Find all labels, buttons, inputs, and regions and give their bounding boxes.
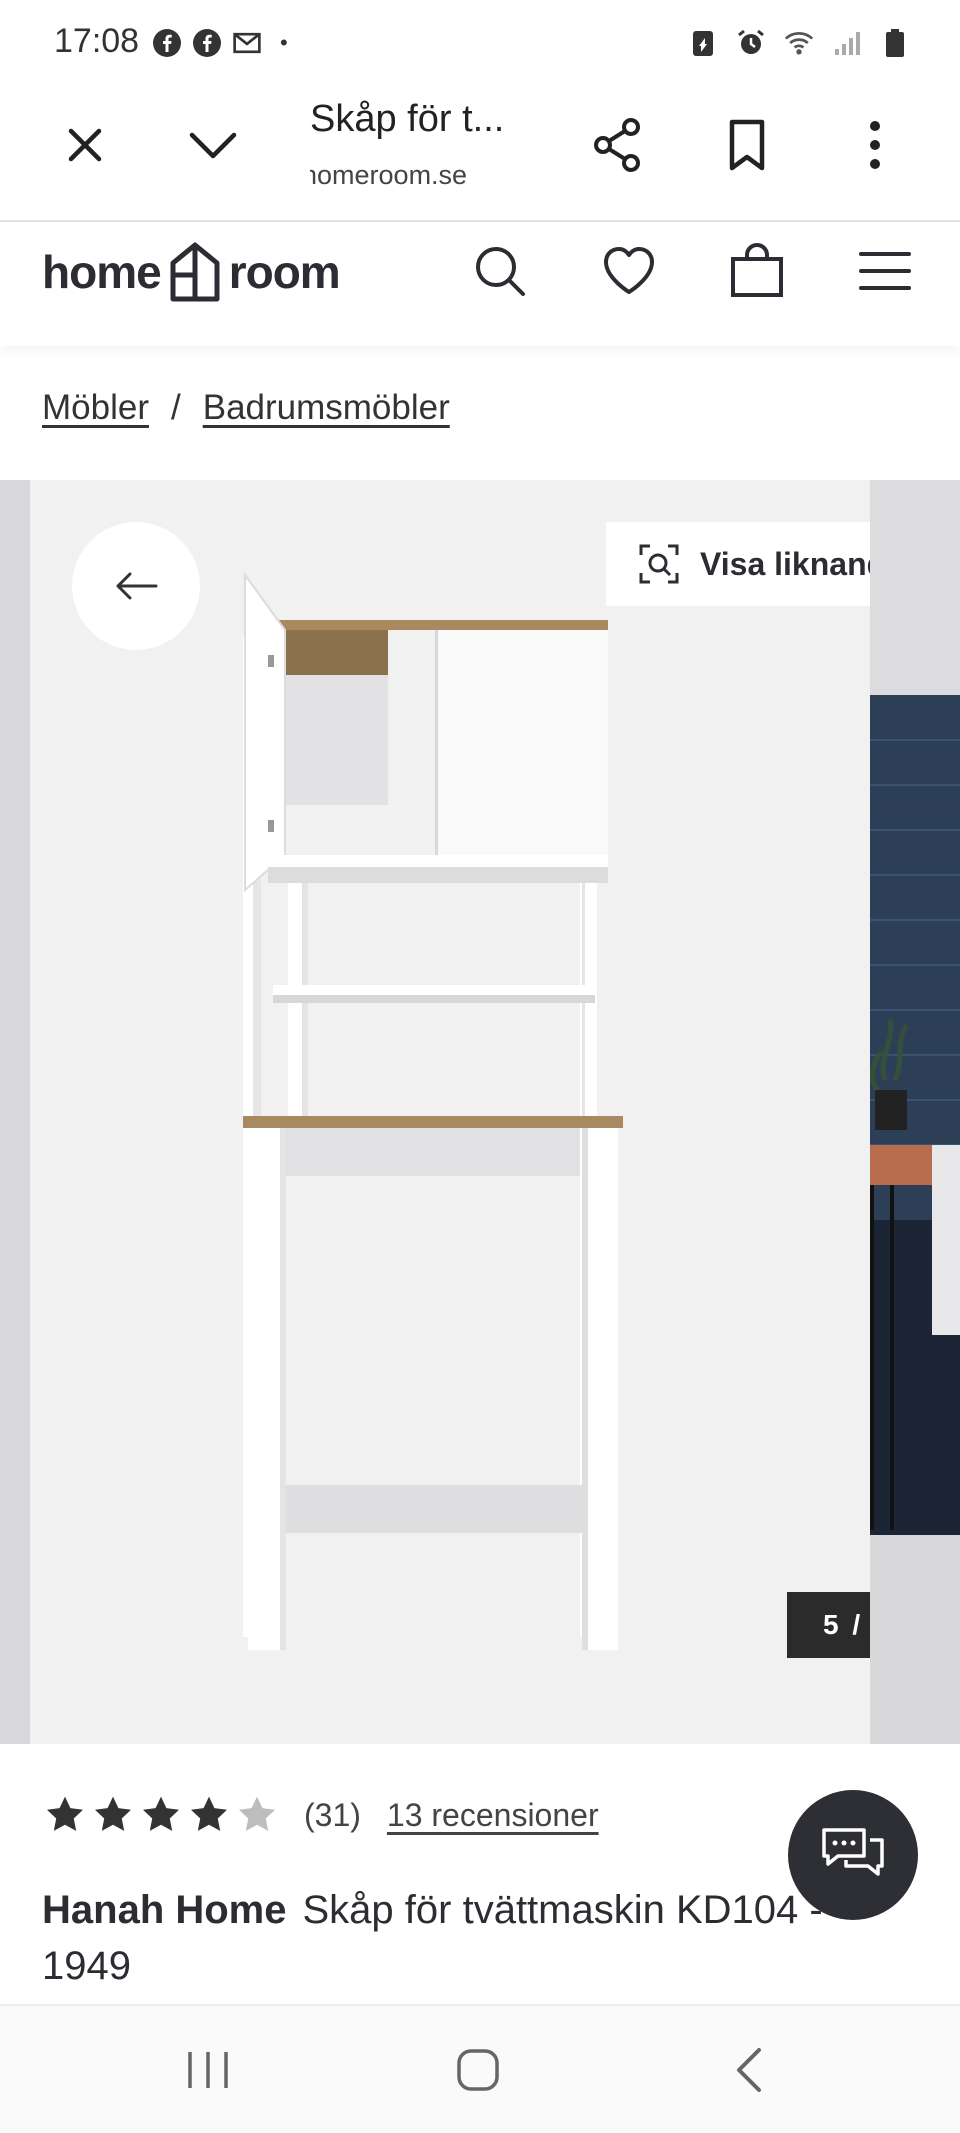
search-button[interactable] (463, 234, 537, 308)
wishlist-button[interactable] (592, 234, 666, 308)
heart-icon (604, 247, 654, 294)
home-button[interactable] (438, 2030, 518, 2110)
next-image-preview[interactable] (870, 480, 960, 1744)
battery-icon (880, 28, 910, 58)
search-icon (476, 247, 525, 296)
product-title: Hanah Home Skåp för tvättmaskin KD104 - 1… (42, 1882, 912, 1994)
visual-search-icon (639, 544, 679, 584)
breadcrumb-link-badrumsmobler[interactable]: Badrumsmöbler (203, 388, 450, 428)
page-url[interactable]: homeroom.se (310, 160, 510, 191)
close-icon (68, 128, 102, 162)
more-vertical-icon (870, 121, 880, 169)
more-notifications-dot: • (280, 30, 288, 55)
bathroom-scene-image (870, 480, 960, 1535)
menu-icon (859, 252, 911, 290)
bag-icon (731, 243, 783, 297)
bookmark-button[interactable] (712, 110, 782, 180)
logo-text-left: home (42, 246, 162, 298)
alarm-icon (736, 28, 766, 58)
star-filled-icon (94, 1796, 132, 1831)
home-icon (457, 2049, 499, 2091)
close-tab-button[interactable] (50, 110, 120, 180)
signal-icon (832, 28, 862, 58)
facebook-icon (152, 28, 182, 58)
arrow-left-icon (116, 572, 158, 600)
wifi-icon (784, 28, 814, 58)
back-chevron-icon (737, 2048, 761, 2092)
chat-icon (822, 1828, 884, 1876)
cart-button[interactable] (720, 234, 794, 308)
status-time: 17:08 (54, 22, 140, 60)
notification-icons: • (152, 28, 288, 58)
minimize-tab-button[interactable] (178, 110, 248, 180)
star-filled-icon (46, 1796, 84, 1831)
back-button[interactable] (708, 2030, 788, 2110)
system-icons (688, 28, 910, 58)
product-brand[interactable]: Hanah Home (42, 1888, 287, 1932)
homeroom-logo[interactable]: home room (42, 232, 341, 312)
gmail-icon (232, 28, 262, 58)
menu-button[interactable] (848, 234, 922, 308)
logo-text-right: room (228, 246, 341, 298)
rating-stars (44, 1794, 278, 1836)
facebook-icon (192, 28, 222, 58)
previous-image-button[interactable] (72, 522, 200, 650)
product-image[interactable]: Visa liknande 5 / 10 (30, 480, 948, 1744)
breadcrumb-link-mobler[interactable]: Möbler (42, 388, 149, 428)
browser-toolbar: Skåp för t... homeroom.se (0, 88, 960, 222)
product-rating: (31) 13 recensioner (44, 1794, 599, 1836)
page-title[interactable]: Skåp för t... (310, 98, 504, 141)
android-nav-bar (0, 2004, 960, 2133)
share-button[interactable] (582, 110, 652, 180)
house-logo-icon (170, 242, 220, 302)
recent-apps-icon (188, 2052, 228, 2088)
reviews-link[interactable]: 13 recensioner (387, 1797, 599, 1834)
more-options-button[interactable] (840, 110, 910, 180)
star-empty-icon (238, 1796, 276, 1831)
cabinet-illustration (243, 571, 623, 1650)
product-gallery[interactable]: Visa liknande 5 / 10 (0, 480, 960, 1744)
data-saver-icon (688, 28, 718, 58)
page-url-text: homeroom.se (310, 160, 468, 190)
breadcrumb: Möbler / Badrumsmöbler (42, 388, 450, 428)
status-bar: 17:08 • (0, 0, 960, 88)
share-icon (594, 118, 640, 172)
rating-count: (31) (304, 1796, 361, 1833)
site-header: home room (0, 222, 960, 346)
star-filled-icon (190, 1796, 228, 1831)
recent-apps-button[interactable] (168, 2030, 248, 2110)
bookmark-icon (729, 119, 765, 171)
chat-button[interactable] (788, 1790, 918, 1920)
star-filled-icon (142, 1796, 180, 1831)
chevron-down-icon (189, 132, 237, 159)
breadcrumb-separator: / (170, 388, 181, 427)
